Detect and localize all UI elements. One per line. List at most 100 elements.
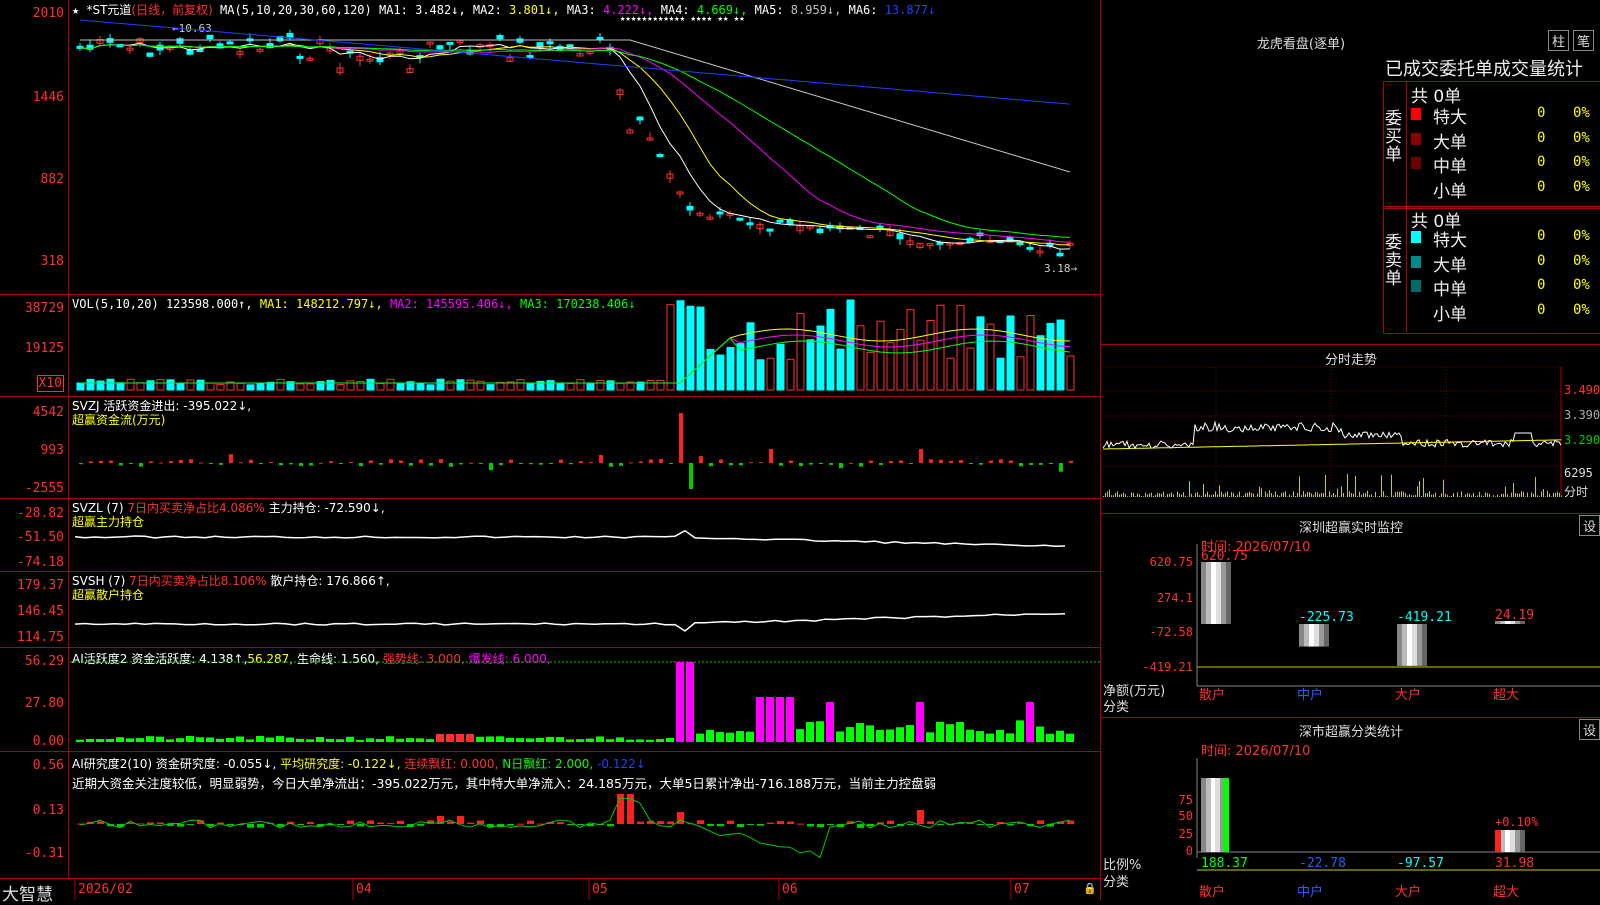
research-bar (797, 824, 804, 825)
intraday-volume-bar (1273, 495, 1274, 497)
ai-activity-panel[interactable]: 56.29 27.80 0.00 AI活跃度2 资金活跃度: 4.138↑,56… (0, 648, 1100, 752)
kline-panel[interactable]: 2010 1446 882 318 ★ *ST元道(日线，前复权) MA(5,1… (0, 0, 1100, 295)
flow-bar (459, 463, 463, 464)
candle-body (207, 35, 213, 38)
sell-row-pct: 0% (1573, 302, 1590, 318)
intraday-volume-bar (1167, 494, 1168, 497)
intraday-volume-bar (1189, 481, 1190, 497)
monitor-panel[interactable]: 深圳超赢实时监控 设 时间: 2026/07/10 620.75274.1-72… (1100, 514, 1600, 718)
flow-bar (509, 460, 513, 463)
intraday-volume-bar (1197, 492, 1198, 497)
intraday-volume-bar (1283, 492, 1284, 497)
intraday-volume-bar (1121, 494, 1122, 497)
intraday-volume-bar (1225, 493, 1226, 497)
activity-bar (836, 731, 844, 742)
intraday-volume-bar (1521, 491, 1522, 497)
flow-bar (549, 463, 553, 464)
activity-bar (1026, 702, 1034, 742)
activity-bar (656, 739, 664, 742)
volume-chart[interactable] (0, 295, 1100, 396)
intraday-volume-bar (1475, 496, 1476, 497)
intraday-volume-bar (1111, 495, 1112, 497)
intraday-volume-bar (1427, 493, 1428, 497)
intraday-volume-bar (1265, 492, 1266, 497)
intraday-volume-bar (1305, 494, 1306, 497)
intraday-chart[interactable] (1101, 345, 1600, 513)
intraday-volume-bar (1547, 491, 1548, 497)
monitor-chart[interactable]: 620.75274.1-72.58-419.21620.75散户-225.73中… (1101, 514, 1600, 717)
activity-bar (306, 739, 314, 742)
tick-mode-button[interactable]: 笔 (1573, 30, 1594, 51)
volume-panel[interactable]: 38729 19125 X10 VOL(5,10,20) 123598.000↑… (0, 295, 1100, 397)
ai2-chart[interactable] (0, 752, 1100, 878)
flow-bar (309, 463, 313, 466)
intraday-volume-bar (1355, 476, 1356, 497)
lock-icon[interactable]: 🔒 (1083, 882, 1097, 895)
intraday-volume-bar (1361, 495, 1362, 497)
activity-bar (386, 736, 394, 742)
intraday-volume-bar (1137, 493, 1138, 497)
activity-bar (646, 740, 654, 742)
monitor-ytick: 274.1 (1157, 591, 1193, 605)
buy-group-label: 委买单 (1385, 110, 1405, 164)
intraday-volume-bar (1447, 495, 1448, 497)
intraday-volume-bar (1415, 495, 1416, 497)
flow-bar (939, 460, 943, 463)
volume-bar (837, 349, 844, 390)
volume-bar (617, 383, 624, 390)
activity-bar (1016, 720, 1024, 742)
volume-bar (517, 380, 524, 390)
intraday-volume-bar (1301, 495, 1302, 497)
research-bar (297, 824, 304, 825)
activity-bar (396, 739, 404, 742)
research-bar (727, 821, 734, 824)
intraday-volume-bar (1339, 496, 1340, 497)
activity-bar (426, 739, 434, 742)
bar-mode-button[interactable]: 柱 (1548, 30, 1569, 51)
intraday-volume-bar (1201, 496, 1202, 497)
ai-research-panel[interactable]: 0.56 0.13 -0.31 AI研究度2(10) 资金研究度: -0.055… (0, 752, 1100, 879)
research-bar (367, 820, 374, 824)
volume-bar (127, 379, 134, 390)
candle-body (1057, 253, 1063, 255)
classify-panel[interactable]: 深市超赢分类统计 设 时间: 2026/07/10 7550250+0.10%1… (1100, 718, 1600, 900)
monitor-value-label: -225.73 (1299, 610, 1354, 625)
flow-bar (409, 463, 413, 466)
svzj-chart[interactable] (0, 397, 1100, 498)
intraday-volume-bar (1425, 493, 1426, 497)
activity-bar (806, 722, 814, 742)
svzl-chart[interactable] (0, 499, 1100, 571)
ai1-chart[interactable] (0, 648, 1100, 751)
classify-value: -22.78 (1299, 856, 1346, 871)
activity-bar (936, 722, 944, 742)
flow-bar (949, 461, 953, 463)
intraday-volume-bar (1559, 493, 1560, 497)
svsh-chart[interactable] (0, 572, 1100, 647)
svsh-panel[interactable]: 179.37 146.45 114.75 SVSH (7) 7日内买卖净占比8.… (0, 572, 1100, 648)
intraday-volume-bar (1297, 493, 1298, 497)
ma-line (80, 43, 1070, 249)
flow-bar (129, 463, 133, 464)
intraday-volume-bar (1233, 493, 1234, 497)
buy-color-swatch (1411, 157, 1421, 169)
activity-bar (156, 737, 164, 742)
svzl-panel[interactable]: -28.82 -51.50 -74.18 SVZL (7) 7日内买卖净占比4.… (0, 499, 1100, 572)
flow-bar (269, 462, 273, 463)
kline-chart[interactable] (0, 0, 1100, 294)
flow-bar (759, 462, 763, 463)
intraday-volume-bar (1413, 495, 1414, 497)
intraday-volume-bar (1161, 494, 1162, 497)
candle-body (717, 212, 723, 214)
intraday-volume-bar (1109, 490, 1110, 497)
classify-category: 大户 (1395, 884, 1421, 900)
classify-chart[interactable]: 7550250+0.10%188.37-22.78-97.5731.98散户中户… (1101, 718, 1600, 900)
intraday-volume-bar (1293, 491, 1294, 497)
intraday-panel[interactable]: 分时走势 3.490 3.390 3.290 6295 分时 (1100, 345, 1600, 514)
intraday-volume-bar (1253, 494, 1254, 497)
svzj-panel[interactable]: 4542 993 -2555 SVZJ 活跃资金进出: -395.022↓, 超… (0, 397, 1100, 499)
flow-bar (239, 462, 243, 463)
activity-bar (826, 702, 834, 742)
activity-bar (896, 727, 904, 742)
volume-bar (137, 383, 144, 390)
intraday-volume-bar (1257, 494, 1258, 497)
